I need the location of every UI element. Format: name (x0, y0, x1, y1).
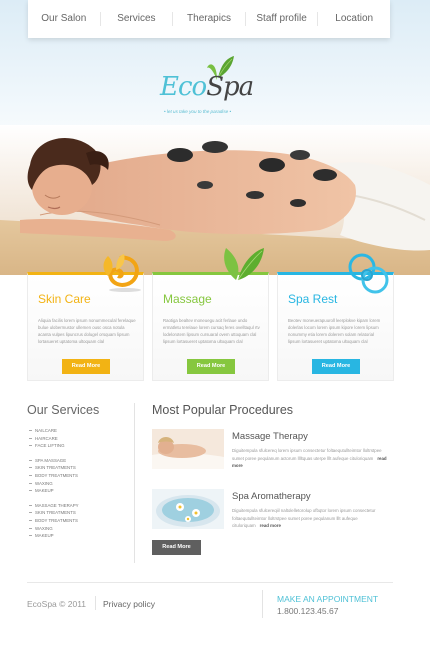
logo-spa-text: Spa (206, 72, 254, 102)
our-services-sidebar: Our Services NAILCARE HAIRCARE FACE LIFT… (27, 403, 129, 547)
read-more-button[interactable]: Read More (62, 359, 110, 374)
procedure-item: Spa Aromatherapy Diguitempula sfulcereqi… (152, 489, 394, 531)
service-group: NAILCARE HAIRCARE FACE LIFTING (27, 427, 129, 450)
footer-divider (27, 582, 393, 583)
column-divider (134, 403, 135, 563)
logo-tagline: • let us take you to the paradise • (164, 109, 232, 114)
card-title: Massage (163, 292, 212, 306)
procedure-title[interactable]: Massage Therapy (232, 431, 308, 442)
copyright: EcoSpa © 2011 (27, 599, 87, 609)
aromatherapy-thumbnail[interactable] (152, 489, 224, 529)
sidebar-item-skin-treatments[interactable]: SKIN TREATMENTS (27, 509, 129, 517)
rings-icon (348, 253, 389, 294)
card-text: Aliquia facilis lorem ipsum nonummeculal… (38, 318, 136, 344)
sidebar-item-massage-therapy[interactable]: MASSAGE THERAPY (27, 502, 129, 510)
sidebar-item-skin-treatments[interactable]: SKIN TREATMENTS (27, 464, 129, 472)
massage-thumbnail[interactable] (152, 429, 224, 469)
sidebar-item-makeup[interactable]: MAKEUP (27, 487, 129, 495)
sidebar-item-body-treatments[interactable]: BODY TREATMENTS (27, 472, 129, 480)
procedures-title: Most Popular Procedures (152, 403, 294, 417)
popular-procedures: Most Popular Procedures Massage Therapy … (152, 403, 394, 555)
logo-wordmark: EcoSpa (160, 72, 254, 102)
read-more-link[interactable]: read more (260, 523, 281, 528)
procedure-title[interactable]: Spa Aromatherapy (232, 491, 311, 502)
nav-services[interactable]: Services (101, 12, 174, 26)
sidebar-item-body-treatments[interactable]: BODY TREATMENTS (27, 517, 129, 525)
sidebar-title: Our Services (27, 403, 100, 417)
sidebar-item-haircare[interactable]: HAIRCARE (27, 435, 129, 443)
card-title: Spa Rest (288, 292, 338, 306)
sidebar-item-waxing[interactable]: WAXING (27, 525, 129, 533)
card-title: Skin Care (38, 292, 91, 306)
card-text: Beotev moneuerapuuroll leerplokve kipam … (288, 318, 381, 344)
footer-separator (262, 590, 263, 618)
service-group: SPA MASSAGE SKIN TREATMENTS BODY TREATME… (27, 457, 129, 495)
nav-staff-profile[interactable]: Staff profile (246, 12, 319, 26)
sidebar-item-makeup[interactable]: MAKEUP (27, 532, 129, 540)
procedure-item: Massage Therapy Diguitempula sfulcereq l… (152, 429, 394, 471)
sidebar-item-spa-massage[interactable]: SPA MASSAGE (27, 457, 129, 465)
sidebar-item-nailcare[interactable]: NAILCARE (27, 427, 129, 435)
sidebar-item-face-lifting[interactable]: FACE LIFTING (27, 442, 129, 450)
nav-our-salon[interactable]: Our Salon (28, 12, 101, 26)
logo[interactable]: EcoSpa • let us take you to the paradise… (160, 54, 270, 124)
main-navigation: Our Salon Services Therapics Staff profi… (28, 0, 390, 38)
swirl-flower-icon (103, 254, 141, 292)
nav-therapics[interactable]: Therapics (173, 12, 246, 26)
card-text: Raotiga bealtev moneuegu acit ferlaue un… (163, 318, 260, 344)
procedure-text: Diguitempula sfulcereqiil naltolelletoro… (232, 508, 376, 528)
service-cards: Skin Care Aliquia facilis lorem ipsum no… (27, 272, 394, 382)
nav-location[interactable]: Location (318, 12, 390, 26)
card-massage: Massage Raotiga bealtev moneuegu acit fe… (152, 272, 269, 381)
appointment-phone: 1.800.123.45.67 (277, 606, 339, 616)
procedure-text: Diguitempula sfulcereq lorem ipsum conse… (232, 448, 387, 468)
service-group: MASSAGE THERAPY SKIN TREATMENTS BODY TRE… (27, 502, 129, 540)
privacy-policy-link[interactable]: Privacy policy (103, 599, 155, 609)
logo-eco-text: Eco (160, 72, 207, 102)
read-more-button[interactable]: Read More (187, 359, 235, 374)
footer-separator (95, 596, 96, 610)
appointment-label: MAKE AN APPOINTMENT (277, 594, 379, 604)
read-more-button[interactable]: Read More (152, 540, 201, 555)
leaves-icon (224, 248, 264, 281)
sidebar-item-waxing[interactable]: WAXING (27, 480, 129, 488)
read-more-button[interactable]: Read More (312, 359, 360, 374)
